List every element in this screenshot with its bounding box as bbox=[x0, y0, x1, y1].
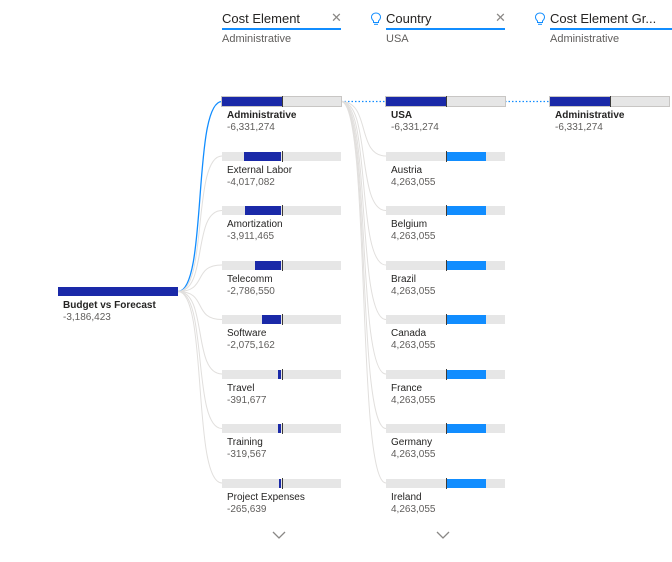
bar-fill bbox=[222, 97, 282, 106]
node-value: 4,263,055 bbox=[391, 231, 436, 242]
bar-zero-marker bbox=[281, 314, 283, 325]
node-label: Travel bbox=[227, 382, 255, 394]
bar-zero-marker bbox=[445, 314, 447, 325]
chevron-down-icon[interactable] bbox=[436, 530, 450, 540]
node-value: -391,677 bbox=[227, 394, 267, 406]
bar-fill bbox=[445, 260, 486, 270]
node-value: -2,075,162 bbox=[227, 340, 275, 351]
bar-zero-marker bbox=[281, 423, 283, 434]
bar-zero-marker bbox=[281, 259, 283, 271]
connector bbox=[340, 101, 387, 375]
bar-zero-marker bbox=[445, 477, 447, 489]
connector bbox=[177, 291, 223, 484]
node-value: -319,567 bbox=[227, 449, 267, 460]
connector bbox=[177, 291, 223, 429]
node-label: Training bbox=[227, 437, 263, 448]
bar-zero-marker bbox=[609, 96, 611, 107]
node-value: 4,263,055 bbox=[391, 340, 436, 351]
bar-fill bbox=[550, 97, 610, 106]
bar-fill bbox=[445, 478, 486, 488]
bar-fill bbox=[445, 424, 486, 433]
bar-zero-marker bbox=[445, 259, 447, 271]
bar-zero-marker bbox=[281, 368, 283, 380]
node-label: Austria bbox=[391, 164, 423, 176]
bar-fill bbox=[445, 206, 486, 215]
bar-fill bbox=[261, 315, 282, 324]
bar-fill bbox=[386, 97, 446, 106]
node-label: Administrative bbox=[227, 110, 297, 121]
node-label: External Labor bbox=[227, 164, 293, 176]
bar-zero-marker bbox=[281, 96, 283, 107]
bar-zero-marker bbox=[281, 477, 283, 489]
bar-zero-marker bbox=[445, 96, 447, 107]
connector-selected bbox=[177, 100, 223, 293]
bar-zero-marker bbox=[445, 150, 447, 162]
node-label: Amortization bbox=[227, 219, 283, 230]
node-label: Brazil bbox=[391, 273, 417, 285]
bar-fill bbox=[445, 315, 486, 324]
node-label: Software bbox=[227, 328, 267, 339]
bar-fill bbox=[58, 287, 178, 296]
node-label: Canada bbox=[391, 328, 427, 339]
bar-zero-marker bbox=[281, 205, 283, 216]
node-value: 4,263,055 bbox=[391, 285, 436, 297]
node-value: -3,186,423 bbox=[63, 312, 111, 323]
node-value: -6,331,274 bbox=[555, 122, 603, 133]
node-label: Germany bbox=[391, 437, 433, 448]
bar-fill bbox=[445, 151, 486, 161]
bar-zero-marker bbox=[281, 150, 283, 162]
node-value: -2,786,550 bbox=[227, 285, 275, 297]
connector bbox=[177, 155, 223, 292]
node-value: -4,017,082 bbox=[227, 176, 275, 188]
node-value: -3,911,465 bbox=[227, 231, 275, 242]
node-value: -6,331,274 bbox=[227, 122, 275, 133]
node-value: -265,639 bbox=[227, 503, 267, 515]
node-value: -6,331,274 bbox=[391, 122, 439, 133]
node-label: USA bbox=[391, 110, 413, 121]
connector bbox=[340, 101, 387, 211]
bar-zero-marker bbox=[445, 423, 447, 434]
bar-fill bbox=[255, 260, 282, 270]
node-value: 4,263,055 bbox=[391, 394, 436, 406]
node-label: Administrative bbox=[555, 110, 625, 121]
node-label: Telecomm bbox=[227, 273, 273, 285]
node-label: Belgium bbox=[391, 219, 428, 230]
node-label: Ireland bbox=[391, 491, 422, 503]
bar-zero-marker bbox=[445, 368, 447, 380]
node-value: 4,263,055 bbox=[391, 176, 436, 188]
node-label: Budget vs Forecast bbox=[63, 300, 156, 311]
bar-fill bbox=[244, 206, 282, 215]
connector bbox=[340, 101, 387, 429]
node-label: Project Expenses bbox=[227, 491, 305, 503]
chevron-down-icon[interactable] bbox=[272, 530, 286, 540]
bar-zero-marker bbox=[445, 205, 447, 216]
node-value: 4,263,055 bbox=[391, 449, 436, 460]
node-value: 4,263,055 bbox=[391, 503, 436, 515]
bar-fill bbox=[445, 369, 486, 379]
node-label: France bbox=[391, 382, 423, 394]
bar-fill bbox=[243, 151, 282, 161]
